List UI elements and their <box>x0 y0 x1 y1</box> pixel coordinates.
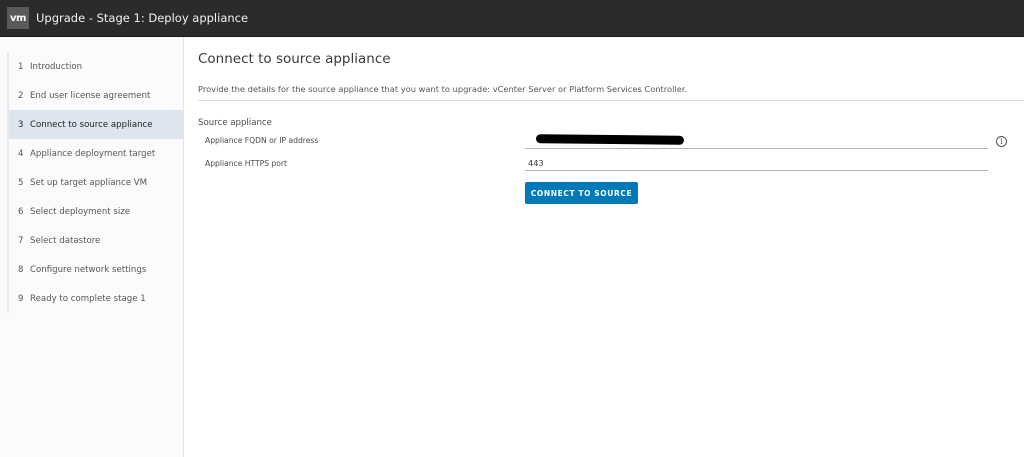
step-number: 3 <box>18 119 24 130</box>
divider <box>198 100 1024 101</box>
sidebar-step-4[interactable]: 4 Appliance deployment target <box>9 139 183 168</box>
wizard-sidebar: 1 Introduction 2 End user license agreement… <box>0 37 184 457</box>
step-number: 2 <box>18 90 24 101</box>
sidebar-step-1[interactable]: 1 Introduction <box>9 52 183 81</box>
port-label: Appliance HTTPS port <box>205 159 288 168</box>
step-number: 4 <box>18 148 24 159</box>
step-label: End user license agreement <box>30 90 151 101</box>
title-bar: vm Upgrade - Stage 1: Deploy appliance <box>0 0 1024 37</box>
step-number: 7 <box>18 235 24 246</box>
step-label: Connect to source appliance <box>30 119 153 130</box>
window-title: Upgrade - Stage 1: Deploy appliance <box>36 11 249 25</box>
step-label: Introduction <box>30 61 83 72</box>
sidebar-step-2[interactable]: 2 End user license agreement <box>9 81 183 110</box>
connect-to-source-button[interactable]: CONNECT TO SOURCE <box>525 182 638 204</box>
fqdn-label: Appliance FQDN or IP address <box>205 136 319 145</box>
step-label: Appliance deployment target <box>30 148 156 159</box>
port-input[interactable] <box>525 155 988 171</box>
sidebar-step-5[interactable]: 5 Set up target appliance VM <box>9 168 183 197</box>
step-label: Configure network settings <box>30 264 147 275</box>
section-label: Source appliance <box>198 118 272 128</box>
step-number: 8 <box>18 264 24 275</box>
sidebar-step-7[interactable]: 7 Select datastore <box>9 226 183 255</box>
step-number: 9 <box>18 293 24 304</box>
step-label: Select datastore <box>30 235 101 246</box>
wizard-steps-list: 1 Introduction 2 End user license agreement… <box>7 52 183 313</box>
main-content: Connect to source appliance Provide the … <box>184 37 1024 457</box>
info-icon[interactable]: i <box>996 136 1007 147</box>
vmware-logo-icon: vm <box>7 7 29 29</box>
sidebar-step-3[interactable]: 3 Connect to source appliance <box>9 110 183 139</box>
sidebar-step-9[interactable]: 9 Ready to complete stage 1 <box>9 284 183 313</box>
page-description: Provide the details for the source appli… <box>198 84 688 94</box>
step-label: Ready to complete stage 1 <box>30 293 146 304</box>
page-title: Connect to source appliance <box>198 51 391 67</box>
sidebar-step-8[interactable]: 8 Configure network settings <box>9 255 183 284</box>
redaction-mark <box>535 134 685 145</box>
step-number: 1 <box>18 61 24 72</box>
sidebar-step-6[interactable]: 6 Select deployment size <box>9 197 183 226</box>
step-number: 6 <box>18 206 24 217</box>
step-label: Set up target appliance VM <box>30 177 148 188</box>
step-number: 5 <box>18 177 24 188</box>
step-label: Select deployment size <box>30 206 131 217</box>
